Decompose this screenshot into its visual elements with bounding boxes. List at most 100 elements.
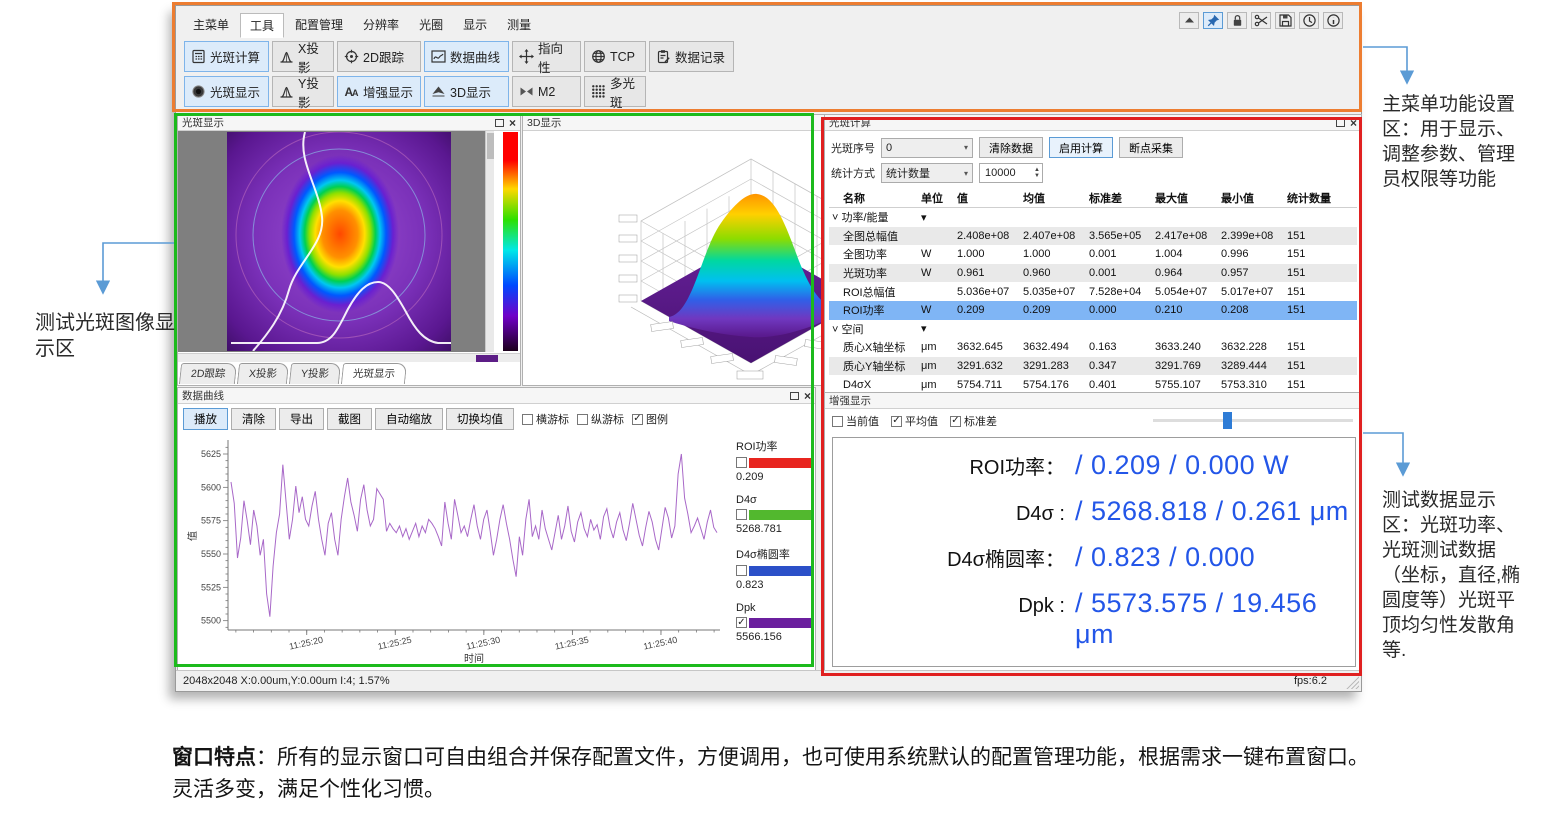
svg-text:11:25:25: 11:25:25 xyxy=(377,635,413,652)
table-row-质心Y轴坐标[interactable]: 质心Y轴坐标μm3291.6323291.2830.3473291.769328… xyxy=(829,357,1357,376)
toolbar-button-光斑显示[interactable]: 光斑显示 xyxy=(184,76,269,107)
save-icon[interactable] xyxy=(1275,12,1295,29)
panel-title: 光斑计算 xyxy=(829,115,871,130)
toolbar-button-X投影[interactable]: X投影 xyxy=(272,41,334,72)
curve-button-导出[interactable]: 导出 xyxy=(279,408,324,430)
menu-item-4[interactable]: 光圈 xyxy=(410,13,452,38)
enhanced-checkbox-平均值[interactable]: ✓平均值 xyxy=(891,413,938,429)
toolbar-button-TCP[interactable]: TCP xyxy=(584,41,646,72)
annotation-image-area: 测试光斑图像显示区 xyxy=(35,310,183,363)
curve-checkbox-纵游标[interactable]: 纵游标 xyxy=(577,411,624,427)
menu-item-0[interactable]: 主菜单 xyxy=(184,13,238,38)
restore-icon[interactable] xyxy=(495,119,504,127)
curve-checkbox-图例[interactable]: ✓图例 xyxy=(632,411,668,427)
table-row-光斑功率[interactable]: 光斑功率W0.9610.9600.0010.9640.957151 xyxy=(829,264,1357,283)
pin-icon[interactable] xyxy=(1203,12,1223,29)
svg-text:值: 值 xyxy=(186,531,199,541)
toolbar-button-Y投影[interactable]: Y投影 xyxy=(272,76,334,107)
svg-text:11:25:20: 11:25:20 xyxy=(288,635,324,652)
curve-button-清除[interactable]: 清除 xyxy=(231,408,276,430)
tab-光斑显示[interactable]: 光斑显示 xyxy=(341,363,407,384)
restore-icon[interactable] xyxy=(1336,119,1345,127)
stat-mode-select[interactable]: 统计数量▾ xyxy=(881,163,973,183)
spot-seq-label: 光斑序号 xyxy=(831,140,875,156)
footer-note-title: 窗口特点 xyxy=(172,746,256,769)
legend-checkbox[interactable] xyxy=(736,509,747,520)
enhanced-checkbox-标准差[interactable]: ✓标准差 xyxy=(950,413,997,429)
spot-seq-select[interactable]: 0▾ xyxy=(881,138,973,158)
legend-checkbox[interactable]: ✓ xyxy=(736,617,747,628)
status-text: 2048x2048 X:0.00um,Y:0.00um I:4; 1.57% xyxy=(176,675,390,687)
clear-data-button[interactable]: 清除数据 xyxy=(979,137,1043,158)
panel-titlebar: 增强显示 xyxy=(825,393,1361,409)
enhanced-line-Dpk :: Dpk :/ 5573.575 / 19.456 μm xyxy=(833,588,1355,634)
stat-count-spinner[interactable]: 10000▲▼ xyxy=(979,163,1043,183)
table-row-全图总幅值[interactable]: 全图总幅值2.408e+082.407e+083.565e+052.417e+0… xyxy=(829,227,1357,246)
tab-Y投影[interactable]: Y投影 xyxy=(289,363,341,384)
curve-button-自动缩放[interactable]: 自动缩放 xyxy=(375,408,443,430)
menu-item-3[interactable]: 分辨率 xyxy=(354,13,408,38)
menu-item-6[interactable]: 测量 xyxy=(498,13,540,38)
legend-checkbox[interactable] xyxy=(736,565,747,576)
toolbar-button-M2[interactable]: M2 xyxy=(512,76,581,107)
slider-thumb[interactable] xyxy=(1223,412,1232,429)
spot-icon xyxy=(191,84,206,99)
curve-button-播放[interactable]: 播放 xyxy=(183,408,228,430)
scissors-icon[interactable] xyxy=(1251,12,1271,29)
svg-text:时间: 时间 xyxy=(464,652,484,665)
toolbar-button-2D跟踪[interactable]: 2D跟踪 xyxy=(337,41,421,72)
tab-X投影[interactable]: X投影 xyxy=(237,363,289,384)
close-icon[interactable]: × xyxy=(804,392,811,400)
peak-icon xyxy=(279,49,294,64)
toolbar-button-指向性[interactable]: 指向性 xyxy=(512,41,581,72)
legend-checkbox[interactable] xyxy=(736,457,747,468)
curve-button-切换均值[interactable]: 切换均值 xyxy=(446,408,514,430)
app-window: 主菜单工具配置管理分辨率光圈显示测量 光斑计算X投影2D跟踪数据曲线指向性TCP… xyxy=(175,5,1362,692)
table-group-功率/能量[interactable]: ˅ 功率/能量▾ xyxy=(829,208,1357,227)
info-icon[interactable] xyxy=(1323,12,1343,29)
table-row-ROI总幅值[interactable]: ROI总幅值5.036e+075.035e+077.528e+045.054e+… xyxy=(829,282,1357,301)
table-group-空间[interactable]: ˅ 空间▾ xyxy=(829,320,1357,339)
svg-text:11:25:30: 11:25:30 xyxy=(465,635,501,652)
vertical-scrollbar[interactable] xyxy=(485,131,494,352)
toolbar-button-数据曲线[interactable]: 数据曲线 xyxy=(424,41,509,72)
horizontal-scrollbar[interactable] xyxy=(178,353,520,362)
breakpoint-capture-button[interactable]: 断点采集 xyxy=(1119,137,1183,158)
clock-icon[interactable] xyxy=(1299,12,1319,29)
record-icon xyxy=(656,49,671,64)
globe-icon xyxy=(591,49,606,64)
enhanced-values-box: ROI功率：/ 0.209 / 0.000 WD4σ :/ 5268.818 /… xyxy=(832,437,1356,667)
panel-title: 3D显示 xyxy=(527,115,561,130)
menu-item-1[interactable]: 工具 xyxy=(240,13,284,38)
panel-beam-display: 光斑显示 × xyxy=(177,114,521,386)
close-icon[interactable]: × xyxy=(509,119,516,127)
enhanced-checkbox-当前值[interactable]: 当前值 xyxy=(832,413,879,429)
panel-data-curve: 数据曲线 × 播放清除导出截图自动缩放切换均值横游标纵游标✓图例 5500552… xyxy=(177,387,816,674)
lock-icon[interactable] xyxy=(1227,12,1247,29)
toolbar-button-3D显示[interactable]: 3D显示 xyxy=(424,76,509,107)
curve-checkbox-横游标[interactable]: 横游标 xyxy=(522,411,569,427)
collapse-icon[interactable] xyxy=(1179,12,1199,29)
status-bar: 2048x2048 X:0.00um,Y:0.00um I:4; 1.57% f… xyxy=(176,670,1361,691)
toolbar-button-光斑计算[interactable]: 光斑计算 xyxy=(184,41,269,72)
target-icon xyxy=(344,49,359,64)
menu-bar: 主菜单工具配置管理分辨率光圈显示测量 xyxy=(184,13,540,38)
tab-2D跟踪[interactable]: 2D跟踪 xyxy=(179,363,238,384)
legend-color-bar xyxy=(749,566,812,576)
toolbar-button-数据记录[interactable]: 数据记录 xyxy=(649,41,734,72)
restore-icon[interactable] xyxy=(790,392,799,400)
toolbar-button-多光斑[interactable]: 多光斑 xyxy=(584,76,646,107)
beam-image xyxy=(227,132,451,351)
scrollbar-thumb[interactable] xyxy=(476,355,498,362)
curve-button-截图[interactable]: 截图 xyxy=(327,408,372,430)
toolbar-button-增强显示[interactable]: AA增强显示 xyxy=(337,76,421,107)
menu-item-2[interactable]: 配置管理 xyxy=(286,13,352,38)
table-row-ROI功率[interactable]: ROI功率W0.2090.2090.0000.2100.208151 xyxy=(829,301,1357,320)
menu-item-5[interactable]: 显示 xyxy=(454,13,496,38)
table-row-全图功率[interactable]: 全图功率W1.0001.0000.0011.0040.996151 xyxy=(829,245,1357,264)
table-row-质心X轴坐标[interactable]: 质心X轴坐标μm3632.6453632.4940.1633633.240363… xyxy=(829,338,1357,357)
resize-grip-icon[interactable] xyxy=(1346,676,1359,689)
enable-calc-button[interactable]: 启用计算 xyxy=(1049,137,1113,158)
font-size-slider[interactable] xyxy=(1153,419,1353,422)
close-icon[interactable]: × xyxy=(1350,119,1357,127)
